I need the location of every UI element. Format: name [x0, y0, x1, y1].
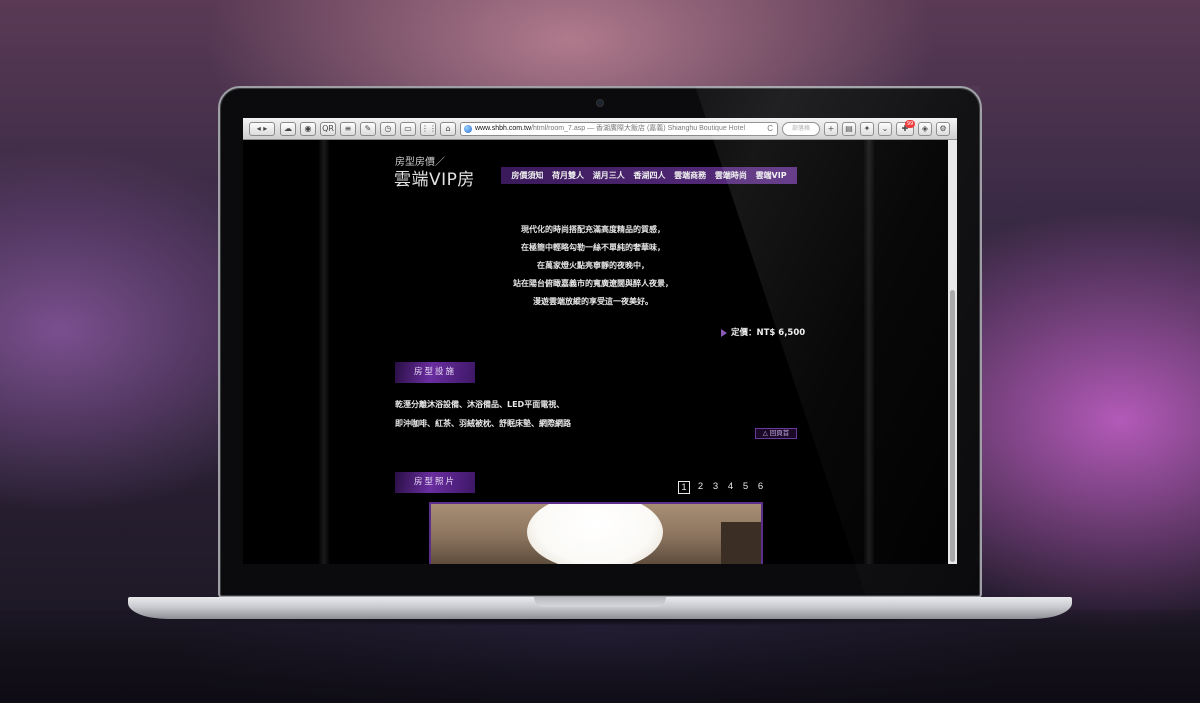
facilities-list: 乾溼分離沐浴設備、沐浴備品、LED平面電視、 即沖咖啡、紅茶、羽絨被枕、舒眠床墊…: [395, 395, 571, 433]
nav-item-double[interactable]: 荷月雙人: [552, 170, 584, 181]
price-label: 定價：NT$ 6,500: [731, 328, 806, 338]
photo-page-2[interactable]: 2: [696, 481, 705, 494]
photos-heading: 房型照片: [395, 472, 475, 493]
nav-item-vip[interactable]: 雲端VIP: [756, 170, 787, 181]
chevron-down-icon[interactable]: ⌄: [878, 122, 892, 136]
play-arrow-icon: [721, 328, 727, 337]
back-forward-buttons[interactable]: ◂ ▸: [249, 122, 275, 136]
scrollbar-thumb[interactable]: [950, 290, 955, 562]
settings-icon[interactable]: ⚙: [936, 122, 950, 136]
room-description: 現代化的時尚搭配充滿高度精品的質感， 在極簡中輕略勾勒一絲不單純的奢華味， 在萬…: [443, 221, 743, 311]
room-photo: [429, 502, 763, 564]
rss-icon[interactable]: ≡: [340, 122, 356, 136]
wrench-icon[interactable]: ✦: [860, 122, 874, 136]
history-icon[interactable]: ◷: [380, 122, 396, 136]
nav-item-quad[interactable]: 香湖四人: [633, 170, 665, 181]
photo-page-6[interactable]: 6: [756, 481, 765, 494]
nav-item-business[interactable]: 雲端商務: [674, 170, 706, 181]
description-line: 漫遊雲端放縱的享受這一夜美好。: [533, 297, 653, 306]
camera-icon: [596, 99, 604, 107]
page-column-right: [864, 140, 874, 564]
url-path: /html/room_7.asp: [531, 125, 586, 132]
reading-list-icon[interactable]: ▭: [400, 122, 416, 136]
page-column-left: [319, 140, 329, 564]
nav-item-pricing-notes[interactable]: 房價須知: [511, 170, 543, 181]
browser-toolbar: ◂ ▸ ☁ ◉ QR ≡ ✎ ◷ ▭ ⋮⋮ ⌂ www.shbh.com.tw/…: [243, 118, 957, 140]
ceiling-lamp: [527, 504, 663, 564]
qr-icon[interactable]: QR: [320, 122, 336, 136]
description-line: 在極簡中輕略勾勒一絲不單純的奢華味，: [521, 243, 665, 252]
room-nav: 房價須知 荷月雙人 湖月三人 香湖四人 雲端商務 雲端時尚 雲端VIP: [501, 167, 797, 184]
description-line: 現代化的時尚搭配充滿高度精品的質感，: [521, 225, 665, 234]
laptop-notch: [534, 597, 666, 607]
edit-icon[interactable]: ✎: [360, 122, 376, 136]
description-line: 站在陽台俯瞰嘉義市的寬廣遼闊與醉人夜景，: [513, 279, 673, 288]
globe-icon: [464, 125, 472, 133]
photo-pager: 1 2 3 4 5 6: [678, 481, 765, 494]
share-icon[interactable]: ◈: [918, 122, 932, 136]
home-icon[interactable]: ⌂: [440, 122, 456, 136]
page-icon[interactable]: ▤: [842, 122, 856, 136]
reload-icon[interactable]: C: [767, 123, 773, 135]
icloud-icon[interactable]: ☁: [280, 122, 296, 136]
photo-page-3[interactable]: 3: [711, 481, 720, 494]
photo-page-4[interactable]: 4: [726, 481, 735, 494]
photo-page-1[interactable]: 1: [678, 481, 690, 494]
facilities-line: 即沖咖啡、紅茶、羽絨被枕、舒眠床墊、網際網路: [395, 419, 571, 428]
laptop-shadow: [150, 619, 1050, 633]
nav-item-triple[interactable]: 湖月三人: [593, 170, 625, 181]
web-page: 房型房價／ 雲端VIP房 房價須知 荷月雙人 湖月三人 香湖四人 雲端商務 雲端…: [243, 140, 957, 564]
facilities-line: 乾溼分離沐浴設備、沐浴備品、LED平面電視、: [395, 400, 565, 409]
privacy-icon[interactable]: ◉: [300, 122, 316, 136]
url-bar[interactable]: www.shbh.com.tw/html/room_7.asp — 香湖廣際大飯…: [460, 122, 778, 136]
description-line: 在萬家燈火點亮寧靜的夜晚中，: [537, 261, 649, 270]
back-to-top-button[interactable]: △ 回頁首: [755, 428, 797, 439]
notification-badge: 99: [905, 120, 915, 128]
photo-wall: [721, 522, 761, 564]
search-input[interactable]: 部落格: [782, 122, 820, 136]
facilities-heading: 房型設施: [395, 362, 475, 383]
photo-page-5[interactable]: 5: [741, 481, 750, 494]
laptop-screen: ◂ ▸ ☁ ◉ QR ≡ ✎ ◷ ▭ ⋮⋮ ⌂ www.shbh.com.tw/…: [243, 118, 957, 564]
page-title-in-url: — 香湖廣際大飯店 (嘉義) Shianghu Boutique Hotel: [587, 125, 746, 132]
nav-item-fashion[interactable]: 雲端時尚: [715, 170, 747, 181]
url-domain: www.shbh.com.tw: [475, 125, 532, 132]
top-sites-icon[interactable]: ⋮⋮: [420, 122, 437, 136]
room-price: 定價：NT$ 6,500: [721, 326, 805, 338]
add-bookmark-icon[interactable]: +: [824, 122, 838, 136]
page-title: 雲端VIP房: [394, 170, 475, 190]
